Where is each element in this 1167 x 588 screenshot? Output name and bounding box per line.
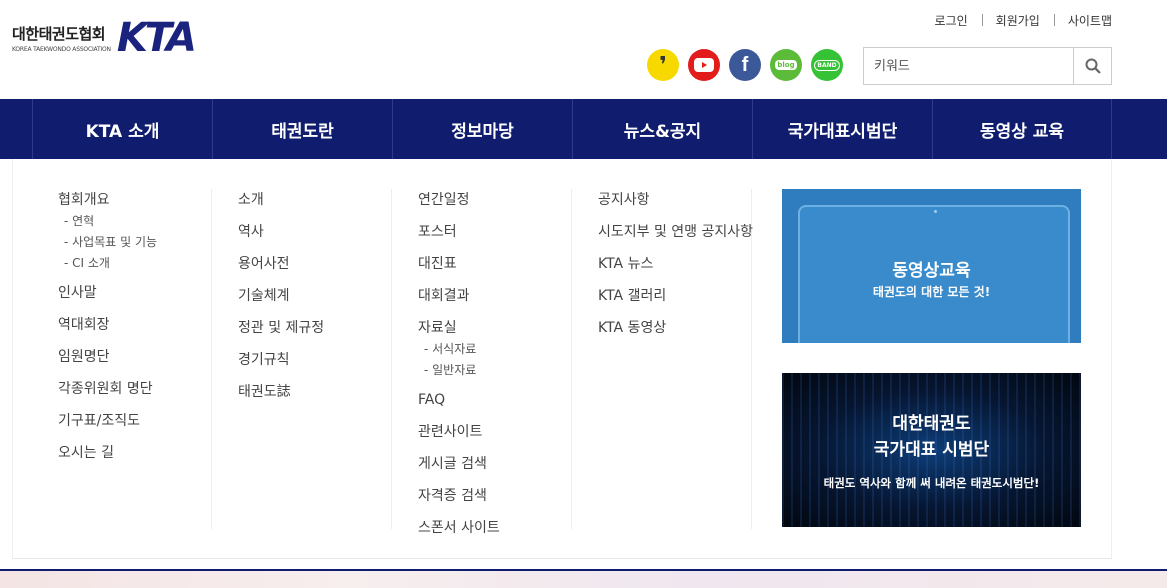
- menu-item[interactable]: 포스터: [418, 221, 500, 253]
- sitemap-link[interactable]: 사이트맵: [1053, 12, 1112, 29]
- menu-item[interactable]: 공지사항: [598, 189, 753, 221]
- menu-item[interactable]: 각종위원회 명단: [58, 378, 157, 410]
- menu-item[interactable]: 관련사이트: [418, 421, 500, 453]
- menu-item[interactable]: 연간일정: [418, 189, 500, 221]
- band-icon-label: BAND: [814, 59, 840, 71]
- menu-item[interactable]: 기구표/조직도: [58, 410, 157, 442]
- menu-item[interactable]: 역대회장: [58, 314, 157, 346]
- sub-list: - 연혁 - 사업목표 및 기능 - CI 소개: [58, 213, 157, 276]
- nav-taekwondo[interactable]: 태권도란: [212, 99, 392, 159]
- menu-column-kta-intro: 협회개요 - 연혁 - 사업목표 및 기능 - CI 소개 인사말 역대회장 임…: [58, 189, 157, 474]
- logo-kta-mark: KTA: [116, 15, 197, 61]
- menu-item[interactable]: 스폰서 사이트: [418, 517, 500, 549]
- search-input[interactable]: [864, 48, 1073, 84]
- menu-item[interactable]: 대회결과: [418, 285, 500, 317]
- sub-item[interactable]: - 연혁: [58, 213, 157, 234]
- column-divider: [571, 189, 572, 529]
- nav-kta-intro[interactable]: KTA 소개: [32, 99, 212, 159]
- logo-text: 대한태권도협회 KOREA TAEKWONDO ASSOCIATION: [12, 23, 111, 53]
- kta-logo[interactable]: 대한태권도협회 KOREA TAEKWONDO ASSOCIATION KTA: [12, 15, 197, 61]
- menu-item[interactable]: FAQ: [418, 389, 500, 421]
- menu-item[interactable]: KTA 뉴스: [598, 253, 753, 285]
- menu-item[interactable]: 소개: [238, 189, 324, 221]
- menu-item[interactable]: 게시글 검색: [418, 453, 500, 485]
- banner-title-line1: 대한태권도: [892, 414, 971, 434]
- banner-title: 대한태권도 국가대표 시범단: [782, 411, 1081, 463]
- nav-info[interactable]: 정보마당: [392, 99, 572, 159]
- menu-item[interactable]: 기술체계: [238, 285, 324, 317]
- menu-item[interactable]: 정관 및 제규정: [238, 317, 324, 349]
- banner-subtitle: 태권도의 대한 모든 것!: [872, 285, 991, 299]
- main-nav: KTA 소개 태권도란 정보마당 뉴스&공지 국가대표시범단 동영상 교육: [0, 99, 1167, 159]
- nav-video-education[interactable]: 동영상 교육: [932, 99, 1112, 159]
- menu-item[interactable]: 인사말: [58, 282, 157, 314]
- mega-menu: 협회개요 - 연혁 - 사업목표 및 기능 - CI 소개 인사말 역대회장 임…: [12, 159, 1112, 559]
- demo-team-banner[interactable]: 대한태권도 국가대표 시범단 태권도 역사와 함께 써 내려온 태권도시범단!: [782, 373, 1081, 527]
- menu-item[interactable]: KTA 갤러리: [598, 285, 753, 317]
- sub-item[interactable]: - CI 소개: [58, 255, 157, 276]
- menu-column-info: 연간일정 포스터 대진표 대회결과 자료실 - 서식자료 - 일반자료 FAQ …: [418, 189, 500, 549]
- banner-title-line2: 국가대표 시범단: [873, 440, 990, 460]
- menu-item[interactable]: 오시는 길: [58, 442, 157, 474]
- sns-links: ❜ f blog BAND: [647, 49, 852, 81]
- menu-item[interactable]: 태권도誌: [238, 381, 324, 413]
- search-button[interactable]: [1073, 48, 1111, 84]
- header: 대한태권도협회 KOREA TAEKWONDO ASSOCIATION KTA …: [0, 0, 1167, 99]
- banner-title: 동영상교육: [892, 261, 971, 281]
- blog-icon-label: blog: [775, 60, 797, 70]
- menu-column-taekwondo: 소개 역사 용어사전 기술체계 정관 및 제규정 경기규칙 태권도誌: [238, 189, 324, 413]
- sub-item[interactable]: - 사업목표 및 기능: [58, 234, 157, 255]
- logo-korean-name: 대한태권도협회: [12, 25, 106, 43]
- sub-list: - 서식자료 - 일반자료: [418, 341, 500, 383]
- menu-item[interactable]: 대진표: [418, 253, 500, 285]
- sub-item[interactable]: - 일반자료: [418, 362, 500, 383]
- page-content-edge: [0, 569, 1167, 588]
- logo-english-name: KOREA TAEKWONDO ASSOCIATION: [12, 46, 111, 53]
- blog-icon[interactable]: blog: [770, 49, 802, 81]
- menu-column-news: 공지사항 시도지부 및 연맹 공지사항 KTA 뉴스 KTA 갤러리 KTA 동…: [598, 189, 753, 349]
- menu-item[interactable]: 임원명단: [58, 346, 157, 378]
- camera-dot: [934, 210, 937, 213]
- facebook-icon[interactable]: f: [729, 49, 761, 81]
- sub-item[interactable]: - 서식자료: [418, 341, 500, 362]
- youtube-icon[interactable]: [688, 49, 720, 81]
- kakao-story-icon[interactable]: ❜: [647, 49, 679, 81]
- search-box: [863, 47, 1112, 85]
- banner-subtitle: 태권도 역사와 함께 써 내려온 태권도시범단!: [823, 476, 1040, 490]
- utility-links: 로그인 회원가입 사이트맵: [921, 12, 1112, 29]
- nav-demo-team[interactable]: 국가대표시범단: [752, 99, 932, 159]
- signup-link[interactable]: 회원가입: [981, 12, 1054, 29]
- video-education-banner[interactable]: 동영상교육 태권도의 대한 모든 것!: [782, 189, 1081, 343]
- column-divider: [211, 189, 212, 529]
- search-icon: [1085, 58, 1101, 74]
- menu-item[interactable]: 경기규칙: [238, 349, 324, 381]
- column-divider: [391, 189, 392, 529]
- login-link[interactable]: 로그인: [921, 12, 982, 29]
- band-icon[interactable]: BAND: [811, 49, 843, 81]
- menu-item[interactable]: 역사: [238, 221, 324, 253]
- menu-item[interactable]: KTA 동영상: [598, 317, 753, 349]
- menu-item[interactable]: 시도지부 및 연맹 공지사항: [598, 221, 753, 253]
- nav-news[interactable]: 뉴스&공지: [572, 99, 752, 159]
- menu-item[interactable]: 자격증 검색: [418, 485, 500, 517]
- menu-item[interactable]: 용어사전: [238, 253, 324, 285]
